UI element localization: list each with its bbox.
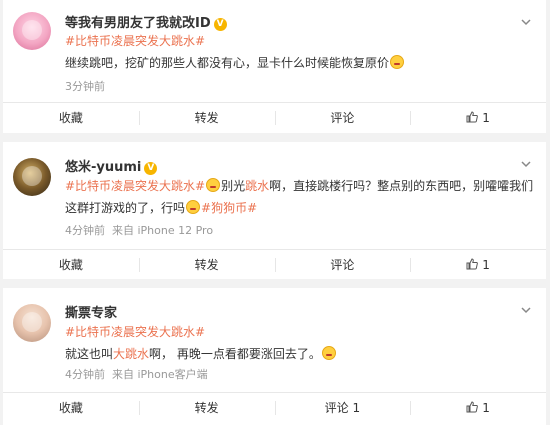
repost-button[interactable]: 转发 [138, 393, 275, 423]
comment-meta: 4分钟前 来自 iPhone客户端 [65, 368, 208, 381]
emoji-icon [206, 178, 221, 192]
favorite-button[interactable]: 收藏 [3, 250, 139, 280]
verified-icon: V [144, 162, 158, 175]
chevron-down-icon[interactable] [520, 304, 532, 316]
thumbs-up-icon [466, 394, 479, 413]
comment-time: 3分钟前 [65, 80, 105, 93]
repost-button[interactable]: 转发 [138, 250, 275, 280]
comment-card-2: 悠米-yuumi V #比特币凌晨突发大跳水# 别光跳水啊，直接跳楼行吗？整点别的东… [3, 142, 546, 279]
comment-card-3: 撕票专家 #比特币凌晨突发大跳水# 就这也叫大跳水啊， 再晚一点看都要涨回去了。… [3, 288, 546, 425]
action-bar: 收藏 转发 评论 1 1 [3, 393, 546, 423]
action-bar: 收藏 转发 评论 1 [3, 250, 546, 280]
comment-text: #比特币凌晨突发大跳水# 别光跳水啊，直接跳楼行吗？整点别的东西吧，别嚯嚯我们这群… [65, 178, 534, 215]
repost-button[interactable]: 转发 [138, 103, 275, 133]
hashtag-link[interactable]: #比特币凌晨突发大跳水# [65, 325, 205, 339]
emoji-icon [186, 200, 201, 214]
like-button[interactable]: 1 [410, 393, 546, 423]
hashtag-link[interactable]: #比特币凌晨突发大跳水# [65, 179, 205, 193]
highlight-keyword: 跳水 [245, 179, 270, 193]
comment-text: #比特币凌晨突发大跳水# 就这也叫大跳水啊， 再晚一点看都要涨回去了。 [65, 321, 534, 365]
action-bar: 收藏 转发 评论 1 [3, 103, 546, 133]
avatar[interactable] [13, 12, 51, 50]
favorite-button[interactable]: 收藏 [3, 393, 139, 423]
comment-username[interactable]: 悠米-yuumi V [65, 156, 158, 175]
hashtag-link[interactable]: #比特币凌晨突发大跳水# [65, 34, 205, 48]
thumbs-up-icon [466, 251, 479, 270]
comment-username[interactable]: 撕票专家 [65, 302, 117, 321]
comment-text: #比特币凌晨突发大跳水# 继续跳吧，挖矿的那些人都没有心，显卡什么时候能恢复原价 [65, 30, 534, 74]
comment-meta: 4分钟前 来自 iPhone 12 Pro [65, 224, 214, 237]
comment-button[interactable]: 评论 [274, 103, 411, 133]
hashtag-link[interactable]: #狗狗币# [201, 201, 257, 215]
chevron-down-icon[interactable] [520, 16, 532, 28]
like-button[interactable]: 1 [410, 250, 546, 280]
comment-username[interactable]: 等我有男朋友了我就改ID V [65, 12, 227, 31]
avatar[interactable] [13, 158, 51, 196]
comment-button[interactable]: 评论 1 [274, 393, 411, 423]
avatar[interactable] [13, 304, 51, 342]
emoji-icon [390, 55, 405, 69]
comment-card-1: 等我有男朋友了我就改ID V #比特币凌晨突发大跳水# 继续跳吧，挖矿的那些人都没… [3, 0, 546, 133]
comment-button[interactable]: 评论 [274, 250, 411, 280]
like-button[interactable]: 1 [410, 103, 546, 133]
favorite-button[interactable]: 收藏 [3, 103, 139, 133]
thumbs-up-icon [466, 104, 479, 123]
emoji-icon [321, 346, 336, 360]
chevron-down-icon[interactable] [520, 158, 532, 170]
highlight-keyword: 大跳水 [113, 347, 150, 361]
